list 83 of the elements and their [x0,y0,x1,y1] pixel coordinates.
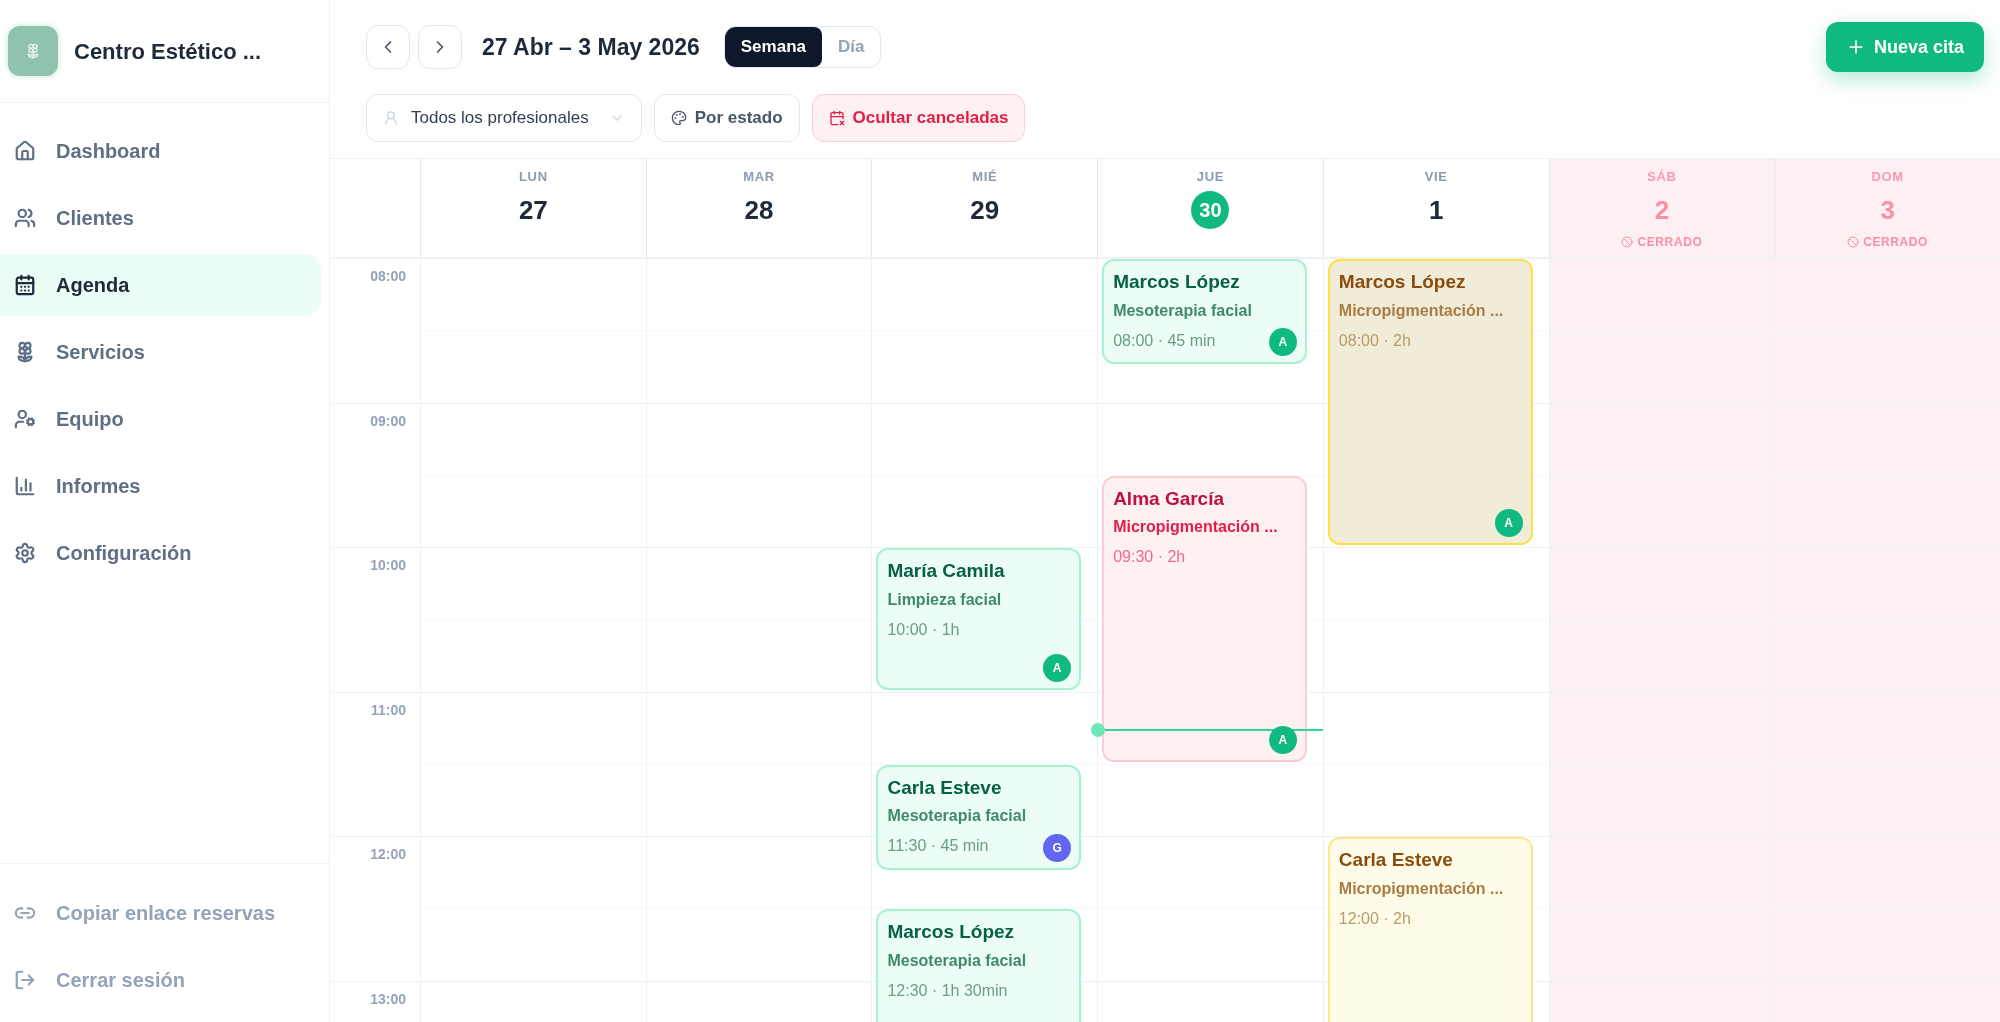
time-label: 08:00 [370,267,406,286]
staff-avatar: G [1043,834,1072,863]
ban-icon [1621,235,1634,248]
closed-label: CERRADO [1847,232,1929,251]
appointment-time: 11:30 · 45 min [887,836,989,857]
bar-chart-icon [14,475,36,497]
day-date: 3 [1880,193,1895,227]
day-date: 28 [744,193,774,227]
service-name: Micropigmentación ... [1113,517,1279,538]
day-date: 27 [518,193,548,227]
weekday-label: LUN [519,168,548,186]
day-date: 1 [1428,193,1444,227]
previous-button[interactable] [366,25,410,69]
appointment-card[interactable]: Carla Esteve Micropigmentación ... 12:00 · 2h [1327,837,1533,1022]
service-name: Mesoterapia facial [887,806,1028,827]
appointment-card[interactable]: Marcos López Micropigmentación ... 08:00 · 2h A [1327,259,1533,545]
weekday-label: VIE [1424,168,1448,186]
status-filter-button[interactable]: Por estado [653,94,800,142]
today-date: 30 [1191,190,1230,229]
nav-item[interactable]: Dashboard [0,120,321,182]
appointment-card[interactable]: Marcos López Mesoterapia facial 08:00 · 45 min A [1102,259,1307,365]
day-date: 2 [1654,193,1670,227]
nav-item[interactable]: Clientes [0,187,321,249]
users-icon [14,207,36,229]
logo-icon [8,26,58,76]
time-label: 10:00 [370,556,406,575]
ban-icon [1847,235,1860,248]
palette-icon [670,110,687,126]
weekday-label: JUE [1196,168,1225,186]
weekday-label: MAR [743,168,775,186]
next-button[interactable] [418,25,462,69]
view-tab[interactable]: Semana [724,27,822,67]
calendar-x-icon [828,110,845,126]
hide-cancelled-button[interactable]: Ocultar canceladas [811,94,1026,142]
staff-avatar: A [1268,725,1297,754]
settings-icon [14,542,36,564]
time-label: 12:00 [370,845,406,864]
calendar-icon [14,274,36,296]
time-label: 11:00 [370,700,406,720]
client-name: María Camila [887,559,1006,583]
service-name: Micropigmentación ... [1338,300,1505,321]
closed-label: CERRADO [1621,232,1703,251]
appointment-card[interactable]: Carla Esteve Mesoterapia facial 11:30 · 45 min G [876,764,1082,871]
nav-item[interactable]: Servicios [0,321,321,383]
client-name: Marcos López [1113,270,1241,294]
home-icon [14,140,36,162]
appointment-time: 12:30 · 1h 30min [887,980,1008,1001]
user-gear-icon [14,408,36,430]
client-name: Carla Esteve [1338,848,1454,872]
professional-dropdown[interactable]: Todos los profesionales [366,94,642,142]
service-name: Mesoterapia facial [1113,300,1253,321]
staff-avatar: A [1268,328,1297,357]
appointment-time: 08:00 · 45 min [1113,330,1216,351]
weekday-label: MIÉ [972,168,998,186]
appointment-time: 10:00 · 1h [887,619,960,640]
service-name: Mesoterapia facial [887,950,1028,971]
nav-item[interactable]: Configuración [0,522,321,584]
appointment-card[interactable]: Alma García Micropigmentación ... 09:30 · 2h A [1102,475,1307,762]
client-name: Carla Esteve [887,775,1003,800]
appointment-time: 09:30 · 2h [1113,547,1186,568]
time-label: 09:00 [370,411,406,431]
service-name: Limpieza facial [887,589,1003,610]
staff-avatar: A [1043,653,1072,682]
service-name: Micropigmentación ... [1338,878,1505,899]
day-date: 29 [970,193,1000,227]
appointment-time: 08:00 · 2h [1338,330,1411,351]
appointment-card[interactable]: Marcos López Mesoterapia facial 12:30 · 1h 30min [876,909,1082,1022]
client-name: Marcos López [887,920,1016,945]
weekday-label: SÁB [1647,168,1677,186]
date-range: 27 Abr – 3 May 2026 [482,32,700,62]
logout-icon [14,969,36,991]
client-name: Alma García [1113,486,1226,511]
weekday-label: DOM [1871,168,1904,186]
staff-avatar: A [1494,509,1523,537]
appointment-time: 12:00 · 2h [1338,908,1411,929]
client-name: Marcos López [1338,270,1467,294]
person-icon [383,110,399,126]
appointment-card[interactable]: María Camila Limpieza facial 10:00 · 1h A [876,548,1082,690]
time-label: 13:00 [370,989,406,1009]
brand-name: Centro Estético ... [74,37,262,66]
nav-item[interactable]: Agenda [0,254,321,316]
nav-item[interactable]: Equipo [0,388,321,450]
nav-item[interactable]: Informes [0,455,321,517]
